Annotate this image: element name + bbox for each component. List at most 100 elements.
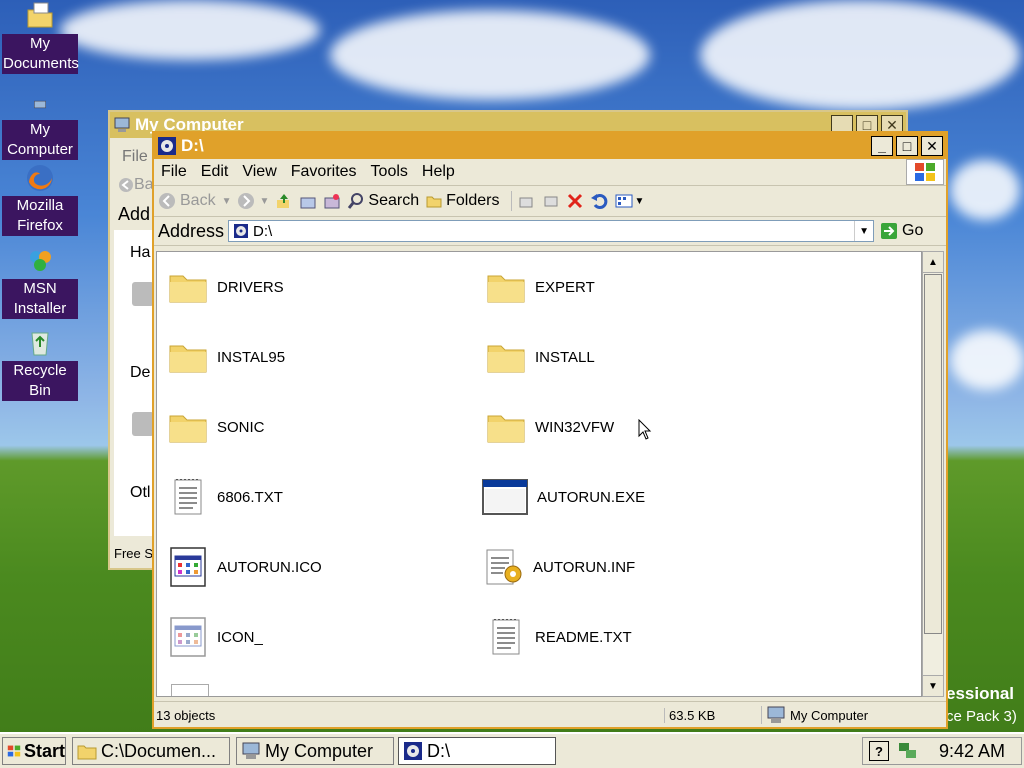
file-name: AUTORUN.ICO xyxy=(217,558,322,576)
cloud xyxy=(700,0,1020,110)
menu-bar: File Edit View Favorites Tools Help xyxy=(154,159,946,186)
status-location-label: My Computer xyxy=(790,707,869,723)
forward-arrow-icon xyxy=(238,193,255,209)
explorer-titlebar[interactable]: D:\ _ □ ✕ xyxy=(154,133,946,159)
file-item-instal95[interactable]: INSTAL95 xyxy=(167,336,285,378)
status-size: 63.5 KB xyxy=(664,707,761,723)
desktop-icon-msn[interactable]: MSN Installer xyxy=(2,245,78,319)
taskbar-item-d-drive[interactable]: D:\ xyxy=(398,737,556,765)
drive-icon xyxy=(132,412,154,436)
folder-icon xyxy=(487,275,525,303)
file-name: EXPERT xyxy=(535,278,595,296)
file-item-autorun-exe[interactable]: AUTORUN.EXE xyxy=(481,476,645,518)
chevron-down-icon: ▼ xyxy=(634,195,645,207)
taskbar-item-my-computer[interactable]: My Computer xyxy=(236,737,394,765)
start-button[interactable]: Start xyxy=(2,737,66,765)
desktop-icon-label: Mozilla Firefox xyxy=(2,196,78,236)
folder-icon xyxy=(27,2,53,28)
desktop-icon-firefox[interactable]: Mozilla Firefox xyxy=(2,162,78,236)
hard-disk-icon xyxy=(132,282,154,306)
address-input[interactable]: D:\ ▼ xyxy=(228,220,875,242)
cloud xyxy=(60,0,320,60)
up-folder-icon xyxy=(277,194,290,208)
status-location: My Computer xyxy=(761,706,868,724)
minimize-button[interactable]: _ xyxy=(871,136,893,156)
address-label: Add xyxy=(118,204,151,224)
menu-item-file[interactable]: File xyxy=(154,163,194,181)
cd-drive-icon xyxy=(158,137,176,155)
go-button[interactable]: Go xyxy=(880,222,923,240)
back-button[interactable]: Ba xyxy=(118,176,154,194)
taskbar-item-documents[interactable]: C:\Documen... xyxy=(72,737,230,765)
status-text: Free S xyxy=(114,546,154,561)
chevron-down-icon: ▼ xyxy=(221,195,232,207)
folder-icon xyxy=(487,415,525,443)
file-item-win32vfw[interactable]: WIN32VFW xyxy=(485,406,614,448)
views-button[interactable]: ▼ xyxy=(614,192,644,210)
file-item-icon[interactable]: ICON_ xyxy=(167,616,263,658)
search-icon xyxy=(348,193,364,209)
up-folder-button[interactable] xyxy=(275,192,293,210)
cloud xyxy=(950,160,1020,220)
desktop-icon-recycle-bin[interactable]: Recycle Bin xyxy=(2,327,78,401)
file-item-drivers[interactable]: DRIVERS xyxy=(167,266,284,308)
scroll-up-button[interactable]: ▲ xyxy=(923,252,943,273)
file-item-autorun-inf[interactable]: AUTORUN.INF xyxy=(483,546,635,588)
close-button[interactable]: ✕ xyxy=(921,136,943,156)
menu-item-tools[interactable]: Tools xyxy=(364,163,415,181)
move-button[interactable] xyxy=(518,192,536,210)
file-list[interactable]: DRIVERS EXPERT INSTAL95 INSTALL SONIC WI… xyxy=(156,251,922,697)
taskbar-item-label: C:\Documen... xyxy=(101,740,217,761)
maximize-button[interactable]: □ xyxy=(896,136,918,156)
delete-button[interactable] xyxy=(566,192,584,210)
system-tray: ? 9:42 AM xyxy=(862,737,1022,765)
scroll-down-button[interactable]: ▼ xyxy=(923,675,943,696)
folder-icon xyxy=(169,275,207,303)
menu-item-edit[interactable]: Edit xyxy=(194,163,236,181)
undo-button[interactable] xyxy=(590,192,608,210)
address-dropdown-button[interactable]: ▼ xyxy=(854,221,873,241)
copy-to-button[interactable] xyxy=(323,192,341,210)
menu-item-view[interactable]: View xyxy=(235,163,283,181)
windows-flag-icon xyxy=(7,745,21,757)
search-button[interactable]: Search xyxy=(347,192,419,210)
menu-item-favorites[interactable]: Favorites xyxy=(284,163,364,181)
copy-button[interactable] xyxy=(542,192,560,210)
exe-file-icon xyxy=(482,479,528,515)
ico-file-icon xyxy=(170,617,206,657)
desktop-icon-my-computer[interactable]: My Computer xyxy=(2,100,78,160)
file-item-readme-txt[interactable]: README.TXT xyxy=(485,616,632,658)
file-item-autorun-ico[interactable]: AUTORUN.ICO xyxy=(167,546,322,588)
desktop-icon-my-documents[interactable]: My Documents xyxy=(2,0,79,74)
scrollbar-thumb[interactable] xyxy=(924,274,942,634)
network-tray-icon[interactable] xyxy=(897,741,919,761)
menu-item-help[interactable]: Help xyxy=(415,163,462,181)
folders-icon xyxy=(426,196,442,208)
help-tray-icon[interactable]: ? xyxy=(869,741,889,761)
folder-icon xyxy=(169,415,207,443)
forward-button[interactable]: ▼ xyxy=(237,192,269,210)
taskbar-item-label: D:\ xyxy=(427,740,451,761)
move-to-button[interactable] xyxy=(299,192,317,210)
file-item-6806-txt[interactable]: 6806.TXT xyxy=(167,476,283,518)
explorer-window[interactable]: D:\ _ □ ✕ File Edit View Favorites Tools… xyxy=(152,131,948,729)
recycle-bin-icon xyxy=(31,332,49,356)
menu-item-file[interactable]: File xyxy=(122,148,148,166)
folders-button[interactable]: Folders xyxy=(425,192,499,210)
vertical-scrollbar[interactable]: ▲ ▼ xyxy=(922,251,944,697)
file-item-install[interactable]: INSTALL xyxy=(485,336,595,378)
os-edition-watermark-line2: ce Pack 3) xyxy=(946,708,1017,725)
back-button[interactable]: Back ▼ xyxy=(158,192,231,210)
status-bar: 13 objects 63.5 KB My Computer xyxy=(154,701,946,728)
address-bar: Address D:\ ▼ Go xyxy=(154,217,946,246)
file-item-sonic[interactable]: SONIC xyxy=(167,406,265,448)
chevron-down-icon: ▼ xyxy=(259,195,270,207)
computer-icon xyxy=(242,742,260,759)
inf-file-icon xyxy=(486,549,522,585)
mouse-cursor-icon xyxy=(638,419,652,440)
windows-flag-icon xyxy=(915,163,935,181)
file-item-expert[interactable]: EXPERT xyxy=(485,266,595,308)
partial-file-icon xyxy=(171,684,209,696)
folder-icon xyxy=(77,745,97,760)
search-label: Search xyxy=(368,192,420,209)
